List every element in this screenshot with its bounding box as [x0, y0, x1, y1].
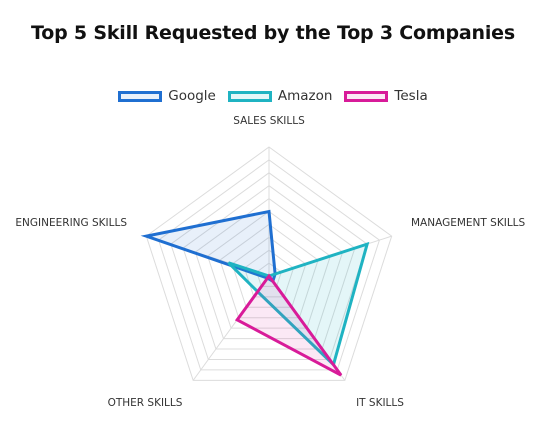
axis-label: SALES SKILLS: [233, 115, 305, 127]
radar-series: [140, 209, 370, 377]
axis-label: ENGINEERING SKILLS: [15, 217, 127, 229]
axis-label: MANAGEMENT SKILLS: [411, 217, 526, 229]
axis-label: OTHER SKILLS: [108, 397, 183, 409]
axis-label: IT SKILLS: [356, 397, 404, 409]
radar-chart: SALES SKILLS MANAGEMENT SKILLS IT SKILLS OT…: [15, 115, 526, 409]
